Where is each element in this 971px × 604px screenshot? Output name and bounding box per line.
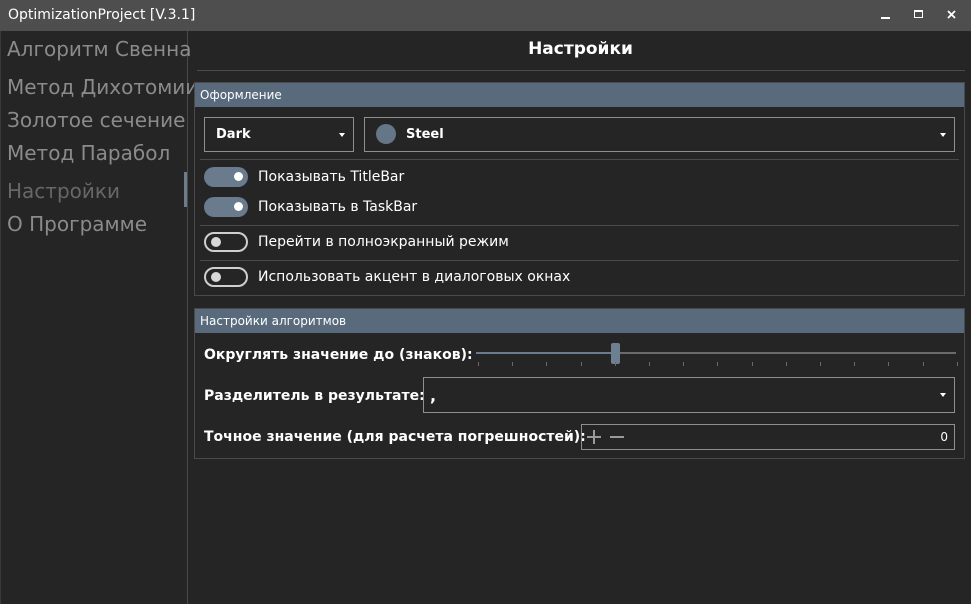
toggle-show-titlebar-label: Показывать TitleBar (258, 169, 405, 185)
minimize-icon (881, 17, 890, 19)
chevron-down-icon (339, 132, 345, 137)
appearance-divider (200, 260, 959, 261)
theme-combobox[interactable]: Dark (204, 117, 354, 152)
accent-value: Steel (406, 127, 444, 142)
toggle-dialog-accent[interactable] (204, 267, 248, 287)
slider-tick (683, 362, 685, 366)
slider-tick (922, 362, 924, 366)
toggle-show-taskbar-label: Показывать в TaskBar (258, 199, 418, 215)
separator-value: , (430, 386, 437, 405)
title-bar[interactable]: OptimizationProject [V.3.1] (0, 0, 971, 31)
exact-value-numeric[interactable]: 0 (581, 424, 955, 450)
slider-tick (888, 362, 890, 366)
page-title: Настройки (528, 39, 633, 59)
toggle-fullscreen[interactable] (204, 232, 248, 252)
sidebar-item-parabola[interactable]: Метод Парабол (7, 141, 170, 165)
rounding-slider-fill (476, 352, 616, 354)
appearance-divider (200, 159, 959, 160)
slider-tick (751, 362, 753, 366)
toggle-dialog-accent-label: Использовать акцент в диалоговых окнах (258, 269, 571, 285)
maximize-button[interactable] (902, 0, 936, 31)
separator-label: Разделитель в результате: (204, 388, 425, 404)
minus-icon[interactable] (609, 429, 625, 445)
rounding-label: Округлять значение до (знаков): (204, 347, 473, 363)
sidebar-item-about[interactable]: О Программе (7, 212, 147, 236)
close-icon (947, 10, 956, 19)
theme-value: Dark (216, 127, 251, 142)
nav-selection-indicator (184, 172, 187, 207)
plus-icon[interactable] (586, 429, 602, 445)
toggle-fullscreen-label: Перейти в полноэкранный режим (258, 234, 509, 250)
app-title: OptimizationProject [V.3.1] (8, 7, 196, 23)
slider-tick (649, 362, 650, 366)
appearance-divider (200, 225, 959, 226)
chevron-down-icon (940, 393, 946, 397)
slider-tick (785, 362, 787, 366)
slider-tick (820, 362, 821, 366)
maximize-icon (914, 10, 923, 18)
toggle-show-taskbar[interactable] (204, 197, 248, 217)
slider-tick (717, 362, 719, 366)
slider-tick (546, 362, 548, 366)
appearance-group-header: Оформление (195, 83, 964, 107)
sidebar-item-svenn[interactable]: Алгоритм Свенна (7, 37, 191, 61)
close-button[interactable] (935, 0, 969, 31)
accent-swatch-icon (376, 124, 396, 144)
slider-tick (854, 362, 856, 366)
slider-tick (478, 362, 479, 366)
slider-tick (956, 362, 958, 366)
sidebar-item-settings[interactable]: Настройки (7, 179, 120, 203)
exact-value-input[interactable]: 0 (940, 430, 948, 444)
accent-combobox[interactable]: Steel (364, 117, 955, 152)
sidebar-item-dichotomy[interactable]: Метод Дихотомии (7, 75, 198, 99)
slider-tick (614, 362, 616, 366)
slider-tick (580, 362, 582, 366)
separator-combobox[interactable]: , (423, 377, 955, 413)
minimize-button[interactable] (869, 0, 903, 31)
algorithm-settings-header: Настройки алгоритмов (195, 309, 964, 333)
rounding-slider-thumb[interactable] (611, 343, 621, 364)
chevron-down-icon (940, 132, 946, 137)
exact-value-label: Точное значение (для расчета погрешносте… (204, 429, 586, 445)
appearance-group: Оформление (194, 82, 965, 296)
slider-tick (512, 362, 514, 366)
header-divider (197, 70, 965, 71)
toggle-show-titlebar[interactable] (204, 167, 248, 187)
sidebar-item-golden-section[interactable]: Золотое сечение (7, 108, 185, 132)
